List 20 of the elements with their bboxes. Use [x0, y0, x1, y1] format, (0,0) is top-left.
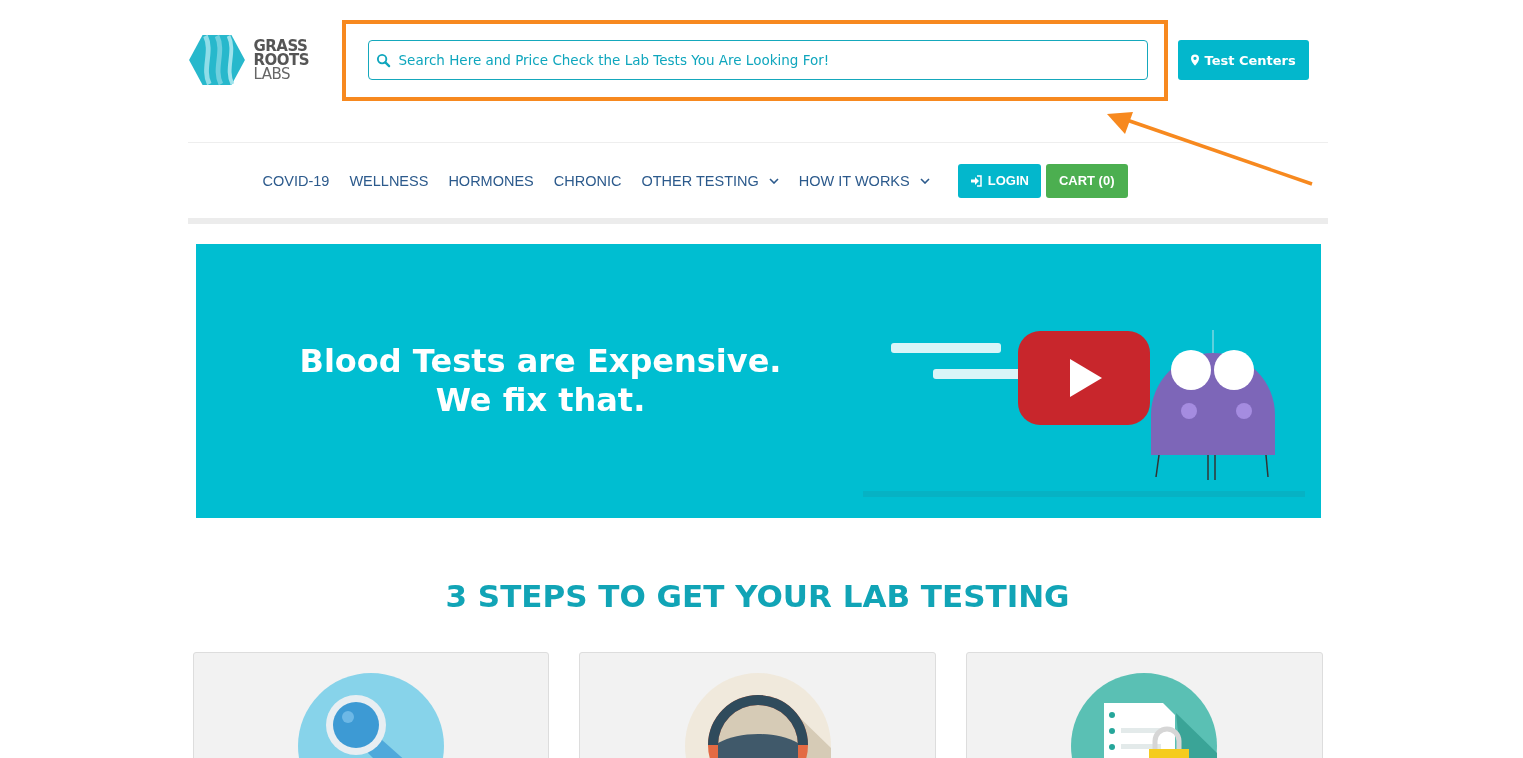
section-heading: 3 STEPS TO GET YOUR LAB TESTING: [444, 578, 1071, 614]
steering-wheel-icon: [684, 673, 831, 758]
logo-text: LABS: [253, 67, 291, 81]
nav-link[interactable]: HOW IT WORKS: [798, 172, 930, 189]
nav-link[interactable]: HORMONES: [448, 172, 534, 189]
logo-text: ROOTS: [253, 53, 310, 67]
logo-text: GRASS: [253, 39, 308, 53]
hero-heading: Blood Tests are Expensive. We fix that.: [298, 342, 783, 420]
sign-in-icon: [969, 174, 982, 187]
logo-icon: [187, 34, 246, 86]
chevron-down-icon: [768, 177, 779, 184]
chevron-down-icon: [919, 177, 930, 184]
map-pin-icon: [1190, 54, 1199, 66]
nav-link[interactable]: WELLNESS: [349, 172, 429, 189]
search-icon: [375, 53, 391, 68]
play-button-icon[interactable]: [1017, 331, 1150, 425]
nav-link[interactable]: COVID-19: [262, 172, 330, 189]
search-field[interactable]: Search Here and Price Check the Lab Tests You Are Looking For!: [367, 40, 1148, 80]
nav-link[interactable]: CHRONIC: [553, 172, 622, 189]
nav-link[interactable]: OTHER TESTING: [641, 172, 779, 189]
